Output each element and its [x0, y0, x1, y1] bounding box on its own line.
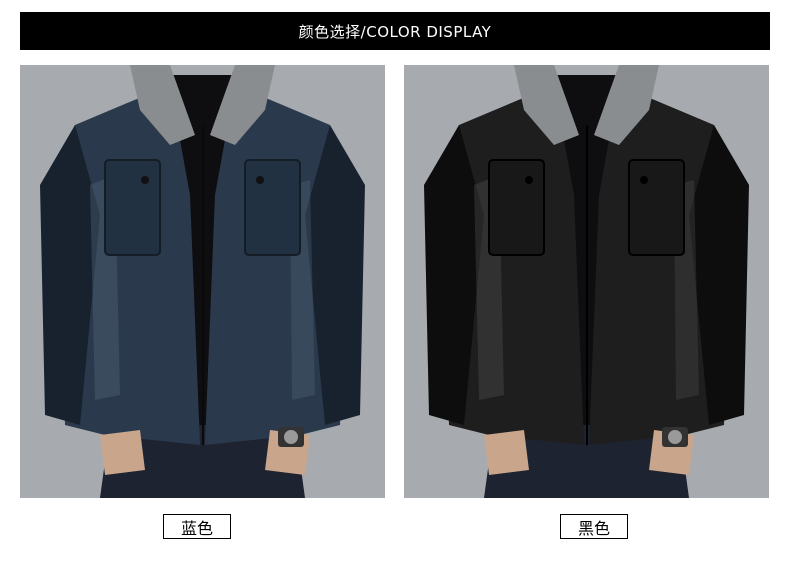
section-header: 颜色选择/COLOR DISPLAY: [20, 12, 770, 50]
color-option-blue[interactable]: 蓝色: [163, 514, 231, 539]
product-photo-blue[interactable]: [20, 65, 385, 498]
color-option-label: 黑色: [577, 518, 610, 538]
jacket-blue-image: [20, 65, 385, 498]
jacket-black-image: [404, 65, 769, 498]
product-photo-black[interactable]: [404, 65, 769, 498]
color-option-label: 蓝色: [180, 518, 213, 538]
color-option-black[interactable]: 黑色: [560, 514, 628, 539]
section-title: 颜色选择/COLOR DISPLAY: [298, 22, 492, 41]
